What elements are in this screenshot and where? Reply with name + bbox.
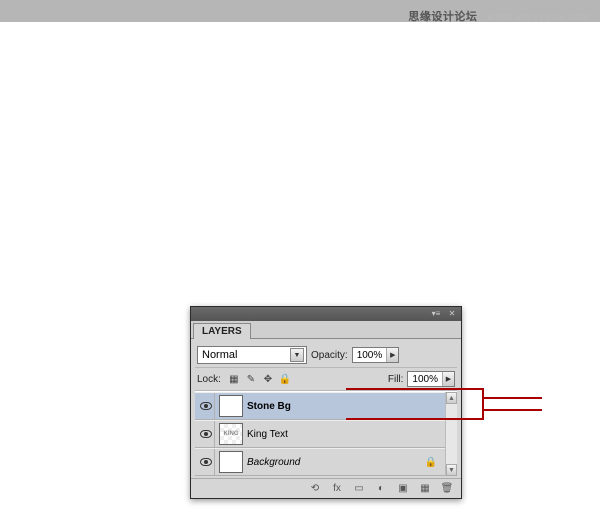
layer-row[interactable]: King Text bbox=[195, 420, 457, 448]
opacity-arrow-icon[interactable]: ▶ bbox=[386, 348, 398, 362]
lock-icon: 🔒 bbox=[425, 457, 437, 468]
fill-label: Fill: bbox=[388, 374, 404, 385]
watermark-url: WWW.MISSYUAN.COM bbox=[487, 13, 590, 22]
blend-mode-value: Normal bbox=[202, 349, 237, 361]
layer-name-label: Background bbox=[247, 457, 300, 468]
annotation-arrow bbox=[482, 397, 542, 399]
visibility-toggle[interactable] bbox=[197, 393, 215, 419]
fill-arrow-icon[interactable]: ▶ bbox=[442, 372, 454, 386]
visibility-toggle[interactable] bbox=[197, 449, 215, 475]
layer-thumbnail[interactable] bbox=[219, 395, 243, 417]
visibility-toggle[interactable] bbox=[197, 421, 215, 447]
fill-value: 100% bbox=[408, 374, 442, 385]
lock-pixels-icon[interactable]: ✎ bbox=[244, 372, 258, 386]
watermark-cn: 思缘设计论坛 bbox=[408, 11, 477, 23]
trash-icon[interactable]: 🗑 bbox=[439, 482, 455, 496]
scroll-up-icon[interactable]: ▲ bbox=[446, 392, 457, 404]
layer-name-label: Stone Bg bbox=[247, 401, 291, 412]
mask-icon[interactable]: ▭ bbox=[351, 482, 367, 496]
panel-close-icon[interactable]: ✕ bbox=[447, 310, 457, 318]
watermark: 思缘设计论坛 WWW.MISSYUAN.COM bbox=[408, 8, 590, 24]
panel-titlebar: ▾≡ ✕ bbox=[191, 307, 461, 321]
annotation-connector bbox=[482, 388, 484, 420]
scroll-down-icon[interactable]: ▼ bbox=[446, 464, 457, 476]
tab-layers[interactable]: LAYERS bbox=[193, 323, 251, 339]
opacity-label: Opacity: bbox=[311, 350, 348, 361]
new-layer-icon[interactable]: ▦ bbox=[417, 482, 433, 496]
eye-icon bbox=[200, 402, 212, 410]
eye-icon bbox=[200, 458, 212, 466]
chevron-down-icon[interactable]: ▼ bbox=[290, 348, 304, 362]
lock-position-icon[interactable]: ✥ bbox=[261, 372, 275, 386]
fill-input[interactable]: 100% ▶ bbox=[407, 371, 455, 387]
lock-icons-group: ▦ ✎ ✥ 🔒 bbox=[227, 372, 292, 386]
panel-footer: ⟲ fx ▭ ◐ ▣ ▦ 🗑 bbox=[191, 478, 461, 498]
fx-icon[interactable]: fx bbox=[329, 482, 345, 496]
opacity-input[interactable]: 100% ▶ bbox=[352, 347, 400, 363]
layer-name-label: King Text bbox=[247, 429, 288, 440]
layer-thumbnail[interactable] bbox=[219, 423, 243, 445]
tab-label: LAYERS bbox=[202, 326, 242, 337]
scrollbar[interactable]: ▲ ▼ bbox=[445, 392, 457, 476]
panel-body: Normal ▼ Opacity: 100% ▶ Lock: ▦ ✎ ✥ 🔒 F… bbox=[191, 339, 461, 478]
lock-all-icon[interactable]: 🔒 bbox=[278, 372, 292, 386]
annotation-arrow bbox=[482, 409, 542, 411]
layers-panel: ▾≡ ✕ LAYERS Normal ▼ Opacity: 100% ▶ Loc… bbox=[190, 306, 462, 499]
lock-label: Lock: bbox=[197, 374, 221, 385]
panel-menu-icon[interactable]: ▾≡ bbox=[431, 310, 441, 318]
opacity-value: 100% bbox=[353, 350, 387, 361]
layer-row[interactable]: Background 🔒 bbox=[195, 448, 457, 476]
layer-row[interactable]: Stone Bg bbox=[195, 392, 457, 420]
lock-transparency-icon[interactable]: ▦ bbox=[227, 372, 241, 386]
adjust-icon[interactable]: ◐ bbox=[373, 482, 389, 496]
eye-icon bbox=[200, 430, 212, 438]
blend-opacity-row: Normal ▼ Opacity: 100% ▶ bbox=[195, 343, 457, 368]
layers-list: ▲ ▼ Stone Bg King Text bbox=[195, 391, 457, 476]
annotation-arrow bbox=[346, 418, 482, 420]
blend-mode-select[interactable]: Normal ▼ bbox=[197, 346, 307, 364]
layer-thumbnail[interactable] bbox=[219, 451, 243, 473]
link-icon[interactable]: ⟲ bbox=[307, 482, 323, 496]
annotation-arrow bbox=[346, 388, 482, 390]
panel-tabs: LAYERS bbox=[191, 321, 461, 339]
group-icon[interactable]: ▣ bbox=[395, 482, 411, 496]
